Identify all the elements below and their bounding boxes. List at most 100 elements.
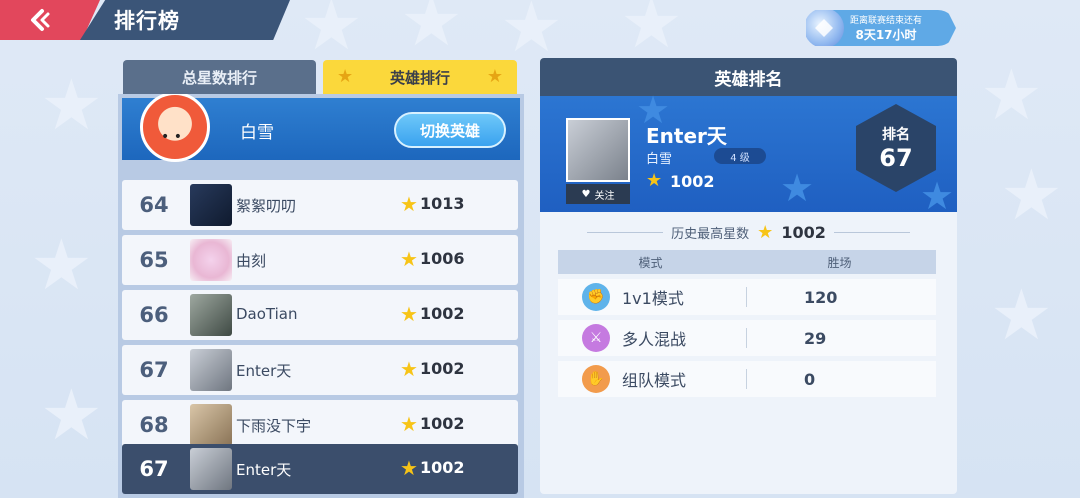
star-icon: ★	[400, 247, 418, 271]
row-score: 1002	[420, 458, 465, 477]
avatar	[190, 184, 232, 226]
avatar	[190, 448, 232, 490]
col-mode: 模式	[638, 255, 663, 270]
fist-icon: ✊	[582, 283, 610, 311]
handshake-icon: ✋	[582, 365, 610, 393]
panel-title: 英雄排名	[540, 58, 957, 96]
background-star-icon: ★	[500, 0, 563, 68]
background-star-icon: ★	[400, 0, 463, 62]
level-badge: 4 级	[714, 148, 766, 164]
row-score: 1013	[420, 194, 465, 213]
row-player-name: 絮絮叨叨	[236, 197, 297, 215]
col-wins: 胜场	[827, 255, 852, 270]
history-value: 1002	[781, 222, 826, 242]
row-player-name: Enter天	[236, 362, 292, 380]
table-row[interactable]: 68 下雨没下宇 ★ 1002	[122, 400, 518, 450]
star-icon: ★	[486, 66, 503, 87]
mode-wins: 29	[804, 329, 827, 348]
diamond-icon	[806, 10, 844, 46]
my-rank-row[interactable]: 67 Enter天 ★ 1002	[122, 444, 518, 494]
player-card: ★ ★ ★ ♥ 关注 Enter天 白雪 4 级 ★ 1002 排名 67	[540, 88, 957, 218]
season-label: 距离联赛结束还有	[850, 16, 923, 26]
avatar	[190, 404, 232, 446]
table-row[interactable]: 65 由刻 ★ 1006	[122, 235, 518, 285]
player-name: Enter天	[646, 124, 727, 148]
follow-label: 关注	[594, 190, 615, 202]
star-icon: ★	[337, 66, 354, 87]
tab-label: 总星数排行	[181, 68, 257, 87]
row-player-name: DaoTian	[236, 305, 298, 323]
row-rank: 68	[139, 413, 169, 437]
tab-label: 英雄排行	[389, 68, 450, 87]
star-icon: ★	[400, 357, 418, 381]
top-bar: 排行榜	[0, 0, 290, 42]
avatar	[190, 349, 232, 391]
history-label: 历史最高星数	[671, 226, 750, 242]
star-icon: ★	[920, 174, 955, 218]
row-score: 1002	[420, 414, 465, 433]
star-icon: ★	[780, 166, 815, 210]
row-player-name: Enter天	[236, 461, 292, 479]
avatar	[190, 239, 232, 281]
background-star-icon: ★	[990, 274, 1053, 356]
table-row[interactable]: 64 絮絮叨叨 ★ 1013	[122, 180, 518, 230]
crossed-swords-icon: ⚔	[582, 324, 610, 352]
background-star-icon: ★	[40, 374, 103, 456]
row-player-name: 由刻	[236, 252, 267, 270]
heart-icon: ♥	[581, 188, 591, 200]
row-score: 1006	[420, 249, 465, 268]
hero-name: 白雪	[646, 152, 673, 167]
table-row: ⚔ 多人混战 29	[558, 320, 936, 356]
season-timer[interactable]: 距离联赛结束还有 8天17小时	[806, 10, 956, 46]
star-icon: ★	[400, 192, 418, 216]
rank-value: 67	[879, 144, 913, 172]
switch-hero-button[interactable]: 切换英雄	[394, 112, 506, 148]
mode-name: 1v1模式	[622, 289, 684, 308]
tab-total-stars[interactable]: 总星数排行	[123, 60, 316, 94]
star-icon: ★	[400, 456, 418, 480]
row-player-name: 下雨没下宇	[236, 417, 312, 435]
table-header: 模式 胜场	[558, 250, 936, 274]
background-star-icon: ★	[300, 0, 363, 66]
row-rank: 64	[139, 193, 169, 217]
current-hero-bar: • • 白雪 切换英雄	[122, 94, 520, 162]
history-best: 历史最高星数 ★ 1002	[540, 218, 957, 246]
player-avatar[interactable]	[566, 118, 630, 182]
mode-wins: 0	[804, 370, 816, 389]
hero-avatar: • •	[140, 94, 210, 162]
back-arrow-icon	[31, 9, 50, 31]
rank-label: 排名	[882, 127, 910, 143]
row-rank: 65	[139, 248, 169, 272]
star-icon: ★	[757, 221, 774, 243]
table-row[interactable]: 67 Enter天 ★ 1002	[122, 345, 518, 395]
background-star-icon: ★	[980, 54, 1043, 136]
background-star-icon: ★	[620, 0, 683, 64]
row-rank: 67	[139, 457, 169, 481]
row-score: 1002	[420, 304, 465, 323]
row-score: 1002	[420, 359, 465, 378]
mode-stats-table: 模式 胜场 ✊ 1v1模式 120 ⚔ 多人混战 29 ✋ 组队模式 0	[558, 250, 936, 397]
avatar	[190, 294, 232, 336]
background-star-icon: ★	[40, 64, 103, 146]
player-score: 1002	[670, 172, 715, 191]
background-star-icon: ★	[30, 224, 93, 306]
tab-hero-ranking[interactable]: ★ 英雄排行 ★	[323, 60, 517, 94]
mode-wins: 120	[804, 288, 838, 307]
table-row: ✊ 1v1模式 120	[558, 279, 936, 315]
mode-name: 多人混战	[622, 330, 687, 349]
star-icon: ★	[400, 302, 418, 326]
row-rank: 67	[139, 358, 169, 382]
star-icon: ★	[400, 412, 418, 436]
row-rank: 66	[139, 303, 169, 327]
background-star-icon: ★	[1000, 154, 1063, 236]
hero-name: 白雪	[240, 123, 274, 143]
table-row[interactable]: 66 DaoTian ★ 1002	[122, 290, 518, 340]
season-remaining: 8天17小时	[855, 28, 917, 42]
leaderboard-list[interactable]: • • 白雪 切换英雄 64 絮絮叨叨 ★ 1013 65 由刻 ★ 1006 …	[118, 94, 524, 498]
table-row: ✋ 组队模式 0	[558, 361, 936, 397]
star-icon: ★	[646, 170, 663, 191]
mode-name: 组队模式	[622, 371, 687, 390]
page-title: 排行榜	[80, 0, 290, 40]
hero-rank-panel: 英雄排名 ★ ★ ★ ♥ 关注 Enter天 白雪 4 级 ★ 1002 排名 …	[540, 58, 957, 494]
follow-button[interactable]: ♥ 关注	[566, 184, 630, 204]
